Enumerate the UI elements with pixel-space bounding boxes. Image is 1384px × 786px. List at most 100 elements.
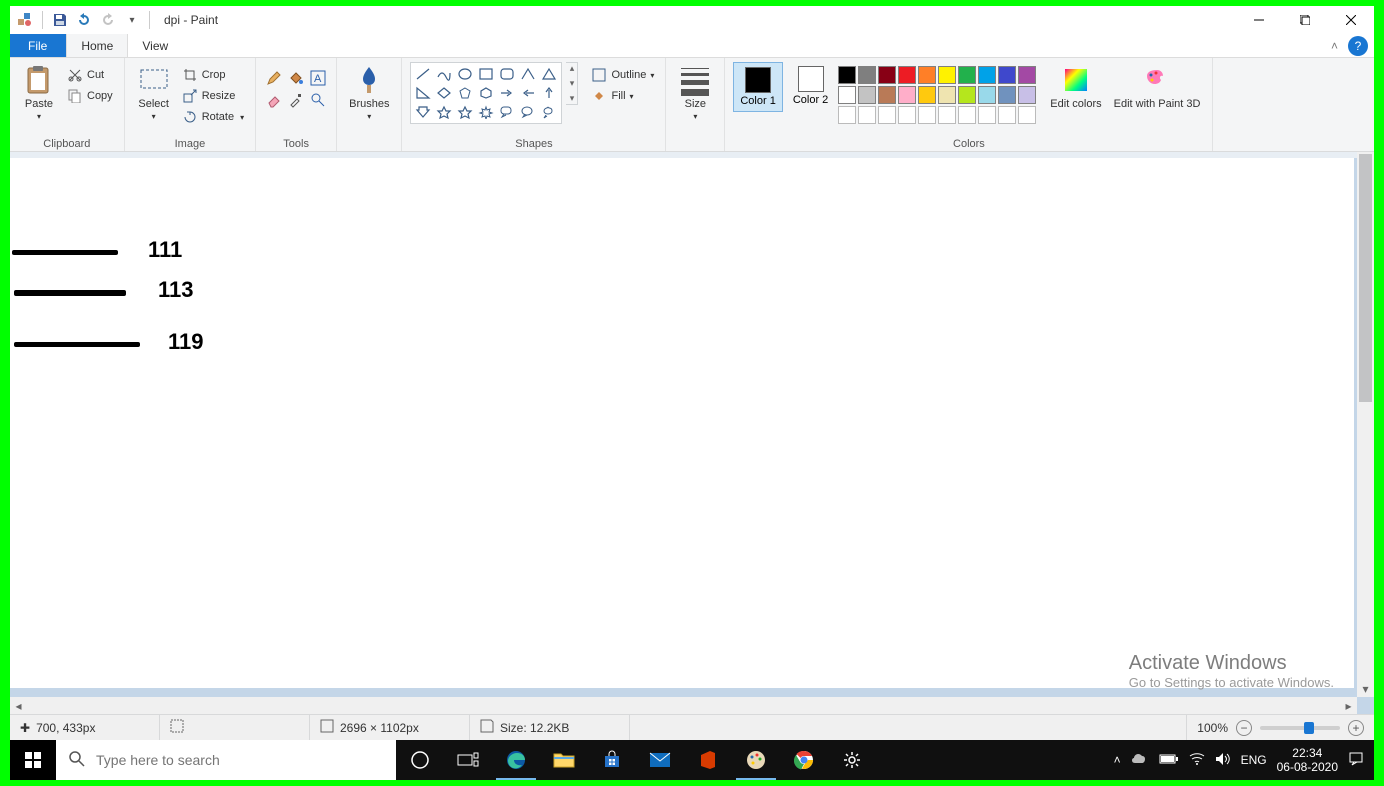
volume-icon[interactable] [1215, 752, 1231, 769]
tab-file[interactable]: File [10, 34, 66, 57]
edit-colors-button[interactable]: Edit colors [1046, 62, 1105, 112]
undo-icon[interactable] [75, 11, 93, 29]
shapes-scroll-up[interactable]: ▴ [566, 63, 577, 74]
canvas[interactable]: 111 113 119 [10, 158, 1354, 688]
zoom-out-button[interactable]: − [1236, 720, 1252, 736]
status-zoom[interactable]: 100% − + [1187, 720, 1374, 736]
color-palette[interactable] [838, 62, 1036, 124]
color-swatch-empty[interactable] [998, 106, 1016, 124]
paste-button[interactable]: Paste▾ [18, 62, 60, 124]
color-swatch[interactable] [998, 66, 1016, 84]
cut-button[interactable]: Cut [64, 66, 116, 84]
vertical-scrollbar[interactable]: ▾ [1357, 152, 1374, 697]
office-icon[interactable] [684, 740, 732, 780]
search-input[interactable] [96, 752, 384, 768]
tab-view[interactable]: View [128, 34, 183, 57]
shapes-scroll-down[interactable]: ▾ [566, 78, 577, 89]
eraser-tool[interactable] [264, 90, 284, 110]
color-swatch[interactable] [878, 86, 896, 104]
color2-button[interactable]: Color 2 [787, 62, 834, 110]
group-label-shapes: Shapes [410, 136, 657, 150]
qat-dropdown-icon[interactable]: ▾ [123, 11, 141, 29]
notifications-icon[interactable] [1348, 751, 1364, 770]
color-swatch-empty[interactable] [958, 106, 976, 124]
tray-overflow-icon[interactable]: ˄ [1114, 753, 1121, 767]
copy-button[interactable]: Copy [64, 87, 116, 105]
color-swatch[interactable] [858, 66, 876, 84]
paint-taskbar-icon[interactable] [732, 740, 780, 780]
zoom-slider[interactable] [1260, 726, 1340, 730]
color-swatch[interactable] [1018, 86, 1036, 104]
minimize-button[interactable] [1236, 6, 1282, 34]
color1-button[interactable]: Color 1 [733, 62, 782, 112]
rotate-icon [182, 109, 198, 125]
pencil-tool[interactable] [264, 68, 284, 88]
wifi-icon[interactable] [1189, 753, 1205, 768]
color-swatch[interactable] [898, 66, 916, 84]
cortana-icon[interactable] [396, 740, 444, 780]
settings-icon[interactable] [828, 740, 876, 780]
help-icon[interactable]: ? [1348, 36, 1368, 56]
maximize-button[interactable] [1282, 6, 1328, 34]
color-swatch[interactable] [958, 86, 976, 104]
color-swatch-empty[interactable] [1018, 106, 1036, 124]
color-swatch-empty[interactable] [898, 106, 916, 124]
close-button[interactable] [1328, 6, 1374, 34]
color-swatch[interactable] [878, 66, 896, 84]
explorer-icon[interactable] [540, 740, 588, 780]
color-swatch[interactable] [938, 66, 956, 84]
color-swatch[interactable] [978, 66, 996, 84]
color-swatch-empty[interactable] [878, 106, 896, 124]
select-button[interactable]: Select▾ [133, 62, 175, 124]
color-swatch[interactable] [958, 66, 976, 84]
color-swatch[interactable] [898, 86, 916, 104]
color-swatch[interactable] [838, 66, 856, 84]
outline-button[interactable]: Outline ▾ [588, 66, 657, 84]
brushes-button[interactable]: Brushes▾ [345, 62, 393, 124]
resize-button[interactable]: Resize [179, 87, 247, 105]
color-swatch[interactable] [858, 86, 876, 104]
app-icon [16, 11, 34, 29]
shapes-expand[interactable]: ▾ [566, 93, 577, 104]
color-swatch[interactable] [998, 86, 1016, 104]
color-swatch[interactable] [918, 66, 936, 84]
fill-tool[interactable] [286, 68, 306, 88]
store-icon[interactable] [588, 740, 636, 780]
fill-button[interactable]: Fill ▾ [588, 87, 657, 105]
taskbar-search[interactable] [56, 740, 396, 780]
color-swatch[interactable] [918, 86, 936, 104]
color-swatch[interactable] [838, 86, 856, 104]
size-button[interactable]: Size▾ [674, 62, 716, 124]
language-indicator[interactable]: ENG [1241, 753, 1267, 767]
horizontal-scrollbar[interactable]: ◂ ▸ [10, 697, 1357, 714]
rotate-button[interactable]: Rotate▾ [179, 108, 247, 126]
paint3d-button[interactable]: Edit with Paint 3D [1110, 62, 1205, 112]
color-swatch-empty[interactable] [858, 106, 876, 124]
text-tool[interactable]: A [308, 68, 328, 88]
mail-icon[interactable] [636, 740, 684, 780]
color-swatch[interactable] [938, 86, 956, 104]
redo-icon[interactable] [99, 11, 117, 29]
taskbar-clock[interactable]: 22:34 06-08-2020 [1277, 746, 1338, 775]
picker-tool[interactable] [286, 90, 306, 110]
color-swatch[interactable] [1018, 66, 1036, 84]
color-swatch-empty[interactable] [938, 106, 956, 124]
start-button[interactable] [10, 740, 56, 780]
save-icon[interactable] [51, 11, 69, 29]
color-swatch-empty[interactable] [978, 106, 996, 124]
shapes-gallery[interactable] [410, 62, 562, 124]
color-swatch[interactable] [978, 86, 996, 104]
color-swatch-empty[interactable] [918, 106, 936, 124]
tab-home[interactable]: Home [66, 34, 128, 57]
work-area: 111 113 119 Activate Windows Go to Setti… [10, 152, 1374, 714]
edge-icon[interactable] [492, 740, 540, 780]
zoom-in-button[interactable]: + [1348, 720, 1364, 736]
onedrive-icon[interactable] [1131, 753, 1149, 768]
magnifier-tool[interactable] [308, 90, 328, 110]
collapse-ribbon-icon[interactable]: ˄ [1331, 34, 1338, 57]
battery-icon[interactable] [1159, 753, 1179, 768]
chrome-icon[interactable] [780, 740, 828, 780]
crop-button[interactable]: Crop [179, 66, 247, 84]
color-swatch-empty[interactable] [838, 106, 856, 124]
taskview-icon[interactable] [444, 740, 492, 780]
